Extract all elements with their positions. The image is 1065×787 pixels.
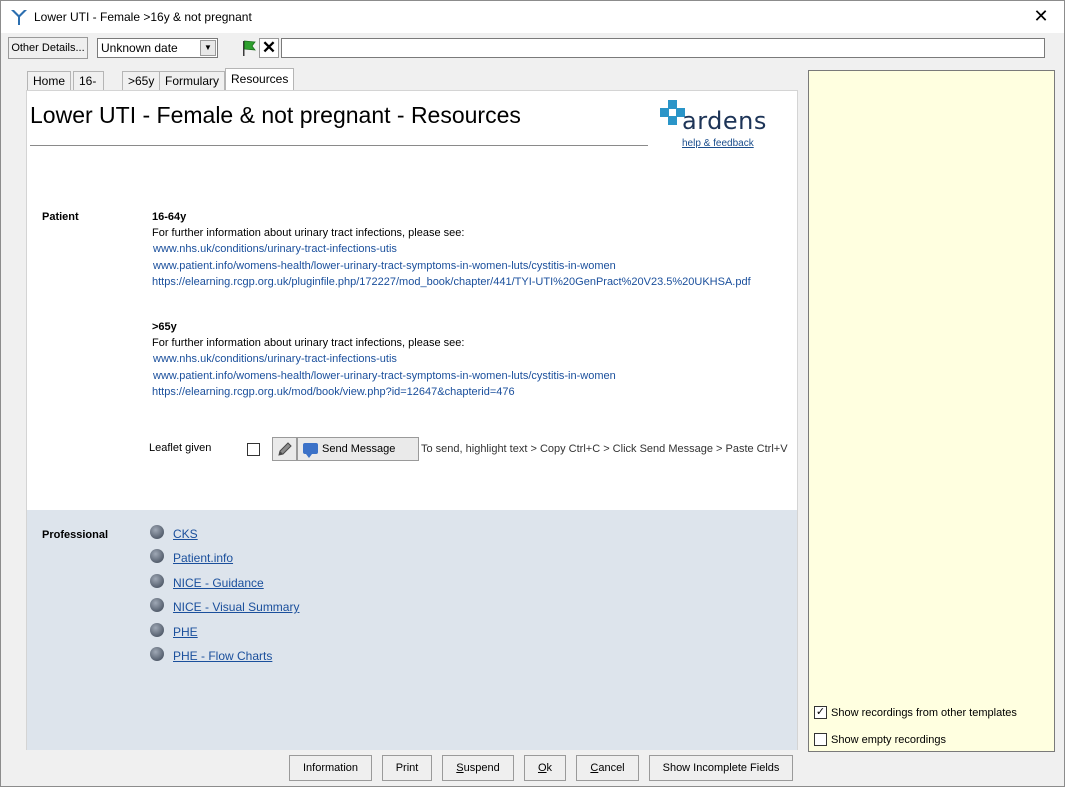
pencil-button[interactable] <box>272 437 297 461</box>
ok-label: k <box>546 762 553 774</box>
send-message-button[interactable]: Send Message <box>297 437 419 461</box>
information-button[interactable]: Information <box>289 755 372 781</box>
leaflet-label: Leaflet given <box>149 442 212 454</box>
ok-button[interactable]: Ok <box>524 755 566 781</box>
group-heading: 16-64y <box>152 211 187 223</box>
professional-link-phe[interactable]: PHE <box>173 625 198 639</box>
print-button[interactable]: Print <box>382 755 432 781</box>
flag-icon[interactable] <box>239 38 259 58</box>
suspend-label: uspend <box>463 762 500 774</box>
globe-icon <box>150 525 164 539</box>
clear-icon[interactable]: ✕ <box>259 38 279 58</box>
professional-section: Professional CKS Patient.info NICE - Gui… <box>27 510 797 750</box>
patient-link[interactable]: https://elearning.rcgp.org.uk/mod/book/v… <box>152 386 515 398</box>
globe-icon <box>150 574 164 588</box>
window-title: Lower UTI - Female >16y & not pregnant <box>34 10 252 24</box>
recordings-panel: ✓ Show recordings from other templates S… <box>808 70 1055 752</box>
free-text-input[interactable] <box>281 38 1045 58</box>
close-button[interactable]: ✕ <box>1030 6 1052 28</box>
show-incomplete-fields-button[interactable]: Show Incomplete Fields <box>649 755 793 781</box>
professional-label: Professional <box>42 529 109 541</box>
suspend-mnemonic: S <box>456 762 464 774</box>
cancel-label: ancel <box>598 762 625 774</box>
patient-label: Patient <box>42 211 79 223</box>
date-value: Unknown date <box>101 41 178 55</box>
send-instructions: To send, highlight text > Copy Ctrl+C > … <box>421 443 788 455</box>
leaflet-checkbox[interactable] <box>247 443 260 456</box>
cancel-button[interactable]: Cancel <box>576 755 639 781</box>
pencil-icon <box>278 442 292 456</box>
app-icon <box>11 10 27 25</box>
globe-icon <box>150 549 164 563</box>
date-select[interactable]: Unknown date ▼ <box>97 38 218 58</box>
message-icon <box>303 443 318 458</box>
patient-link[interactable]: www.patient.info/womens-health/lower-uri… <box>153 370 616 382</box>
professional-link-phe-flow-charts[interactable]: PHE - Flow Charts <box>173 649 272 663</box>
other-details-button[interactable]: Other Details... <box>8 37 88 59</box>
logo-text: ardens <box>682 107 767 135</box>
professional-link-patient-info[interactable]: Patient.info <box>173 551 233 565</box>
patient-link[interactable]: www.nhs.uk/conditions/urinary-tract-infe… <box>153 353 397 365</box>
help-feedback-link[interactable]: help & feedback <box>682 138 754 149</box>
show-empty-checkbox[interactable] <box>814 733 827 746</box>
button-bar: Information Print Suspend Ok Cancel Show… <box>1 752 1064 786</box>
patient-link[interactable]: https://elearning.rcgp.org.uk/pluginfile… <box>152 276 751 288</box>
show-other-templates-label: Show recordings from other templates <box>831 707 1017 719</box>
suspend-button[interactable]: Suspend <box>442 755 514 781</box>
globe-icon <box>150 647 164 661</box>
tab-16-64y[interactable]: 16-64y <box>73 71 105 106</box>
page-title: Lower UTI - Female & not pregnant - Reso… <box>30 102 521 128</box>
ok-mnemonic: O <box>537 762 547 774</box>
tab-formulary[interactable]: Formulary <box>159 71 226 91</box>
patient-link[interactable]: www.nhs.uk/conditions/urinary-tract-infe… <box>153 243 397 255</box>
group-heading: >65y <box>152 321 177 333</box>
tab-home[interactable]: Home <box>27 71 72 91</box>
tab-resources[interactable]: Resources <box>225 68 295 91</box>
patient-link[interactable]: www.patient.info/womens-health/lower-uri… <box>153 260 616 272</box>
title-bar: Lower UTI - Female >16y & not pregnant ✕ <box>1 1 1064 33</box>
professional-link-cks[interactable]: CKS <box>173 527 198 541</box>
show-empty-label: Show empty recordings <box>831 734 946 746</box>
template-window: Lower UTI - Female >16y & not pregnant ✕… <box>0 0 1065 787</box>
group-intro: For further information about urinary tr… <box>152 227 465 239</box>
title-divider <box>30 145 648 146</box>
show-other-templates-checkbox[interactable]: ✓ <box>814 706 827 719</box>
resources-panel: Lower UTI - Female & not pregnant - Reso… <box>26 90 798 750</box>
send-message-label: Send Message <box>322 443 396 455</box>
professional-link-nice-guidance[interactable]: NICE - Guidance <box>173 576 264 590</box>
globe-icon <box>150 623 164 637</box>
toolbar: Other Details... Unknown date ▼ ✕ <box>1 33 1064 63</box>
group-intro: For further information about urinary tr… <box>152 337 465 349</box>
globe-icon <box>150 598 164 612</box>
tab-65y[interactable]: >65y <box>122 71 161 91</box>
chevron-down-icon[interactable]: ▼ <box>200 40 216 56</box>
professional-link-nice-visual-summary[interactable]: NICE - Visual Summary <box>173 600 299 614</box>
